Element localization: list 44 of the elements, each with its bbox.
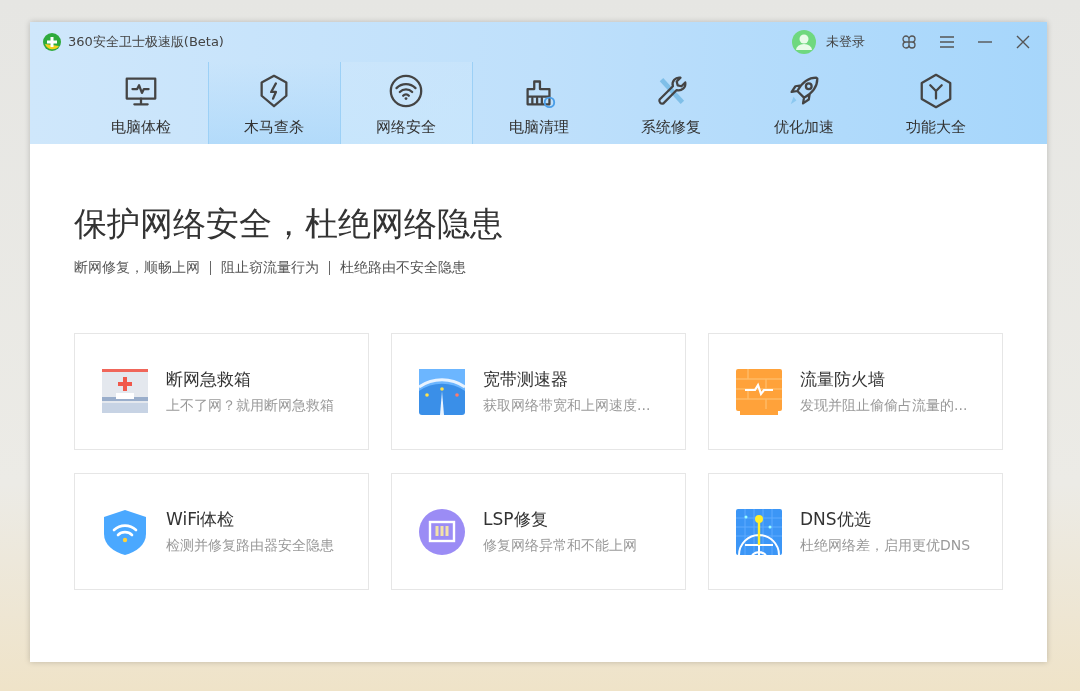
apps-icon[interactable] (901, 34, 917, 50)
wifi-shield-icon (102, 508, 148, 555)
nav-tab[interactable]: 木马查杀 (207, 62, 340, 144)
tool-title: 流量防火墙 (800, 368, 886, 391)
nav-tab[interactable]: 系统修复 (605, 62, 738, 144)
page-headline: 保护网络安全，杜绝网络隐患 (74, 203, 504, 245)
menu-icon[interactable] (939, 34, 955, 50)
subtitle-text: 杜绝路由不安全隐患 (340, 259, 466, 277)
tool-description: 上不了网？就用断网急救箱 (166, 397, 334, 415)
nav-tab[interactable]: 电脑清理 (472, 62, 605, 144)
logo-icon (42, 32, 62, 52)
tool-card[interactable]: 断网急救箱 上不了网？就用断网急救箱 (74, 333, 369, 450)
tool-title: WiFi体检 (166, 508, 236, 531)
separator-line (210, 261, 211, 275)
tool-title: 断网急救箱 (166, 368, 252, 391)
tool-title: DNS优选 (800, 508, 872, 531)
nav-tab[interactable]: 电脑体检 (75, 62, 208, 144)
speedometer-icon (419, 368, 465, 415)
tool-title: 宽带测速器 (483, 368, 569, 391)
globe-antenna-icon (736, 508, 782, 555)
nav-tab[interactable]: 优化加速 (737, 62, 870, 144)
tool-description: 获取网络带宽和上网速度... (483, 397, 651, 415)
close-icon[interactable] (1015, 34, 1031, 50)
tool-card[interactable]: LSP修复 修复网络异常和不能上网 (391, 473, 686, 590)
tool-description: 杜绝网络差，启用更优DNS (800, 537, 971, 555)
tool-card[interactable]: DNS优选 杜绝网络差，启用更优DNS (708, 473, 1003, 590)
nav-tab[interactable]: 功能大全 (870, 62, 1003, 144)
network-port-icon (419, 508, 465, 555)
tool-card[interactable]: WiFi体检 检测并修复路由器安全隐患 (74, 473, 369, 590)
avatar-icon[interactable] (792, 30, 816, 54)
subtitle-text: 阻止窃流量行为 (221, 259, 319, 277)
tool-title: LSP修复 (483, 508, 549, 531)
tool-description: 检测并修复路由器安全隐患 (166, 537, 334, 555)
tool-description: 修复网络异常和不能上网 (483, 537, 637, 555)
login-link[interactable]: 未登录 (826, 33, 865, 51)
subtitle-text: 断网修复，顺畅上网 (74, 259, 200, 277)
separator-line (329, 261, 330, 275)
tool-description: 发现并阻止偷偷占流量的... (800, 397, 968, 415)
tool-card[interactable]: 宽带测速器 获取网络带宽和上网速度... (391, 333, 686, 450)
firewall-icon (736, 368, 782, 415)
first-aid-kit-icon (102, 368, 148, 415)
tool-card[interactable]: 流量防火墙 发现并阻止偷偷占流量的... (708, 333, 1003, 450)
nav-tab[interactable]: 网络安全 (340, 62, 473, 144)
window-title: 360安全卫士极速版(Beta) (68, 33, 224, 51)
